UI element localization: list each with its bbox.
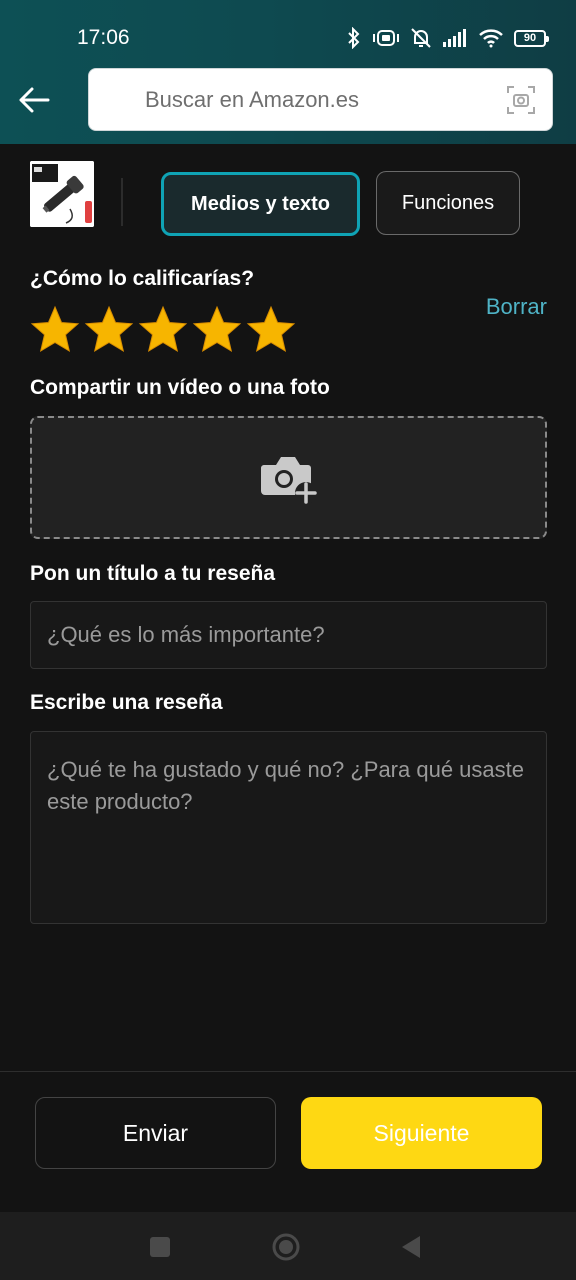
mute-icon: [411, 28, 431, 48]
status-icons: 90: [346, 26, 549, 50]
wifi-icon: [479, 29, 503, 48]
battery-icon: 90: [514, 29, 549, 47]
recents-icon[interactable]: [145, 1232, 175, 1262]
review-text-input[interactable]: [30, 731, 547, 924]
back-button[interactable]: [14, 80, 54, 120]
star-icon-3[interactable]: [138, 305, 188, 355]
star-icon-2[interactable]: [84, 305, 134, 355]
signal-icon: [443, 29, 466, 47]
back-nav-icon[interactable]: [396, 1232, 426, 1262]
next-button[interactable]: Siguiente: [301, 1097, 542, 1169]
star-icon-5[interactable]: [246, 305, 296, 355]
search-input[interactable]: [89, 69, 499, 130]
star-rating: [30, 305, 296, 355]
rating-question: ¿Cómo lo calificarías?: [30, 267, 255, 290]
star-icon-4[interactable]: [192, 305, 242, 355]
add-photo-icon: [261, 457, 317, 504]
product-thumbnail: [30, 161, 94, 227]
footer-divider: [0, 1071, 576, 1072]
media-label: Compartir un vídeo o una foto: [30, 376, 330, 399]
clear-rating-link[interactable]: Borrar: [486, 294, 547, 320]
title-label: Pon un título a tu reseña: [30, 562, 276, 585]
tab-media-text[interactable]: Medios y texto: [161, 172, 360, 236]
back-arrow-icon: [19, 87, 50, 113]
send-button[interactable]: Enviar: [35, 1097, 276, 1169]
status-bar: 17:06 90: [0, 0, 576, 70]
status-time: 17:06: [77, 26, 130, 49]
review-label: Escribe una reseña: [30, 691, 223, 714]
divider: [121, 178, 123, 226]
camera-scan-icon[interactable]: [506, 85, 536, 115]
star-icon-1[interactable]: [30, 305, 80, 355]
system-nav-bar: [0, 1212, 576, 1280]
flashlight-product-image: [30, 161, 94, 227]
review-title-input[interactable]: [30, 601, 547, 669]
app-header: 17:06 90: [0, 0, 576, 144]
search-bar: [88, 68, 553, 131]
home-icon[interactable]: [271, 1232, 301, 1262]
vibrate-icon: [373, 30, 399, 46]
bluetooth-icon: [348, 27, 360, 49]
media-upload-area[interactable]: [30, 416, 547, 539]
tab-functions[interactable]: Funciones: [376, 171, 520, 235]
